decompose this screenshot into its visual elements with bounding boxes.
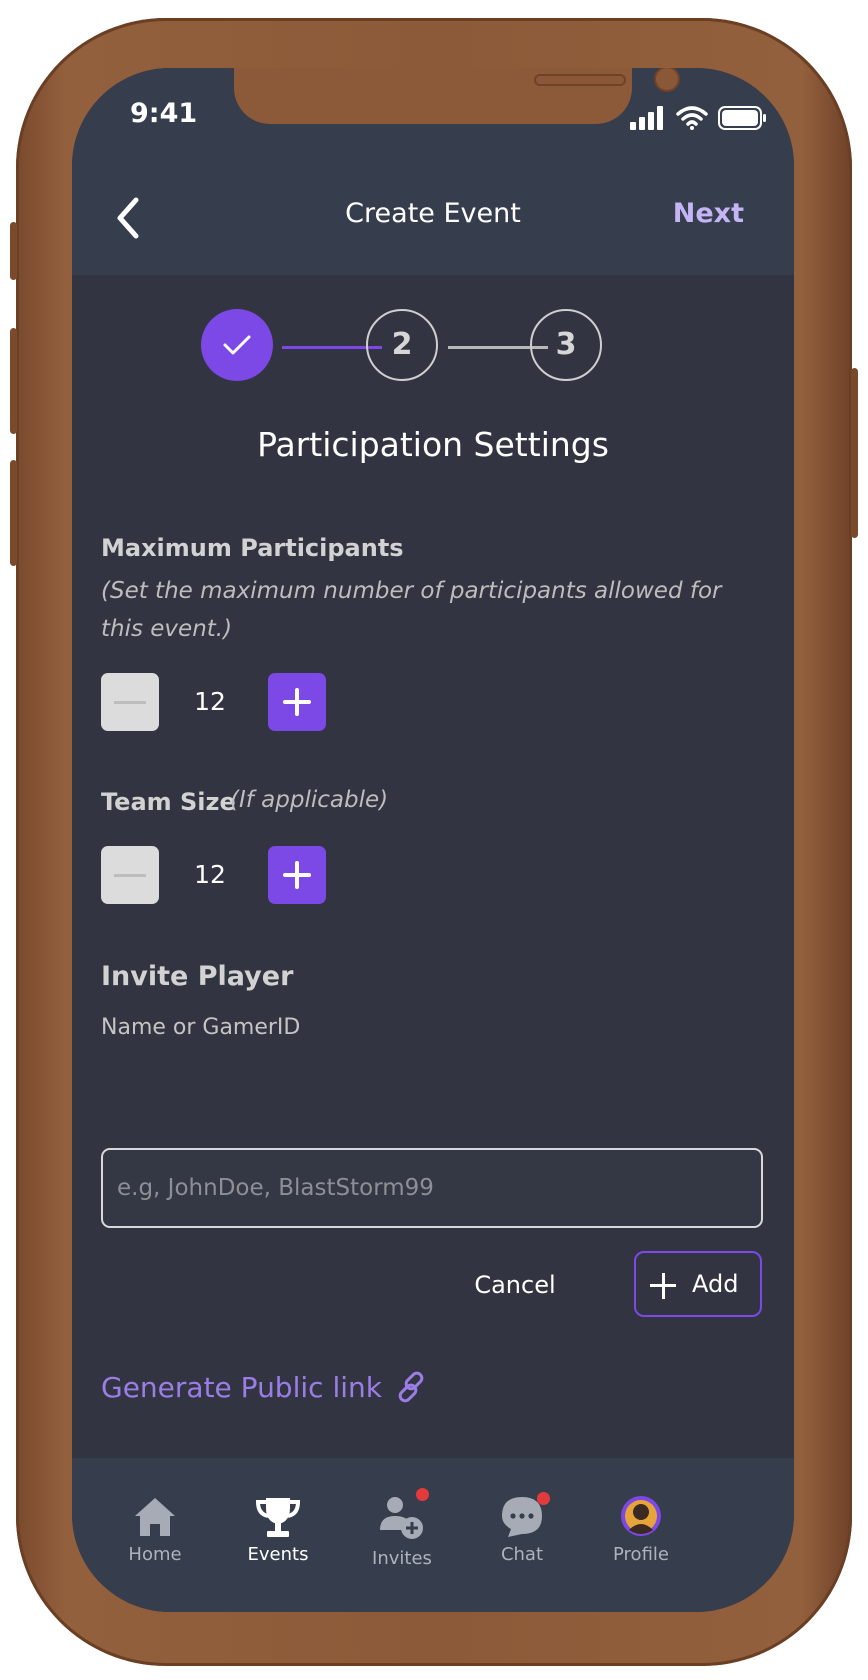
- max-participants-hint: (Set the maximum number of participants …: [101, 578, 722, 642]
- battery-icon: [718, 106, 766, 130]
- cancel-button[interactable]: Cancel: [460, 1252, 570, 1318]
- trophy-icon: [255, 1498, 301, 1537]
- tab-invites-label: Invites: [372, 1548, 432, 1569]
- step-2: 2: [366, 309, 438, 381]
- tab-home[interactable]: Home: [100, 1458, 210, 1578]
- team-size-hint: (If applicable): [230, 787, 389, 813]
- max-participants-increment-button[interactable]: [268, 673, 326, 731]
- tab-invites[interactable]: Invites: [347, 1458, 457, 1578]
- bottom-tab-bar: Home Events Invites Chat Profile: [72, 1458, 794, 1612]
- team-size-stepper: 12: [101, 846, 341, 906]
- generate-public-link-label: Generate Public link: [101, 1370, 382, 1404]
- max-participants-value: 12: [194, 687, 226, 716]
- section-title: Participation Settings: [257, 425, 609, 464]
- add-button-label: Add: [692, 1270, 739, 1298]
- check-icon: [223, 335, 251, 355]
- generate-public-link[interactable]: Generate Public link: [101, 1370, 428, 1404]
- tab-events[interactable]: Events: [223, 1458, 333, 1578]
- volume-down-button: [10, 460, 17, 566]
- plus-icon-vertical: [661, 1273, 665, 1299]
- wifi-icon: [676, 106, 708, 130]
- team-size-label: Team Size: [101, 788, 236, 816]
- team-size-value: 12: [194, 860, 226, 889]
- status-icons: [630, 106, 768, 130]
- invite-field-label: Name or GamerID: [101, 1015, 301, 1040]
- invites-badge: [416, 1488, 429, 1501]
- status-time: 9:41: [130, 98, 198, 129]
- avatar: [621, 1496, 661, 1536]
- add-button[interactable]: Add: [634, 1251, 762, 1317]
- team-size-decrement-button[interactable]: [101, 846, 159, 904]
- link-icon: [398, 1371, 424, 1403]
- signal-icon: [630, 106, 663, 130]
- tab-profile[interactable]: Profile: [586, 1458, 696, 1578]
- chat-badge: [537, 1492, 550, 1505]
- volume-up-button: [10, 328, 17, 434]
- invite-player-title: Invite Player: [101, 961, 294, 992]
- step-2-number: 2: [391, 327, 413, 362]
- max-participants-decrement-button[interactable]: [101, 673, 159, 731]
- next-button[interactable]: Next: [673, 198, 744, 229]
- step-3-number: 3: [555, 327, 577, 362]
- progress-stepper: 2 3: [201, 309, 616, 385]
- max-participants-label: Maximum Participants: [101, 534, 404, 562]
- tab-home-label: Home: [128, 1544, 182, 1565]
- home-icon: [135, 1498, 175, 1536]
- device-notch: [234, 68, 680, 124]
- tab-events-label: Events: [247, 1544, 309, 1565]
- app-screen: 9:41 Create Event Next 2 3 Participation…: [72, 68, 794, 1612]
- mute-switch: [10, 222, 17, 280]
- tab-profile-label: Profile: [613, 1544, 669, 1565]
- power-button: [851, 368, 858, 538]
- step-1-completed: [201, 309, 273, 381]
- team-size-increment-button[interactable]: [268, 846, 326, 904]
- tab-chat[interactable]: Chat: [467, 1458, 577, 1578]
- max-participants-stepper: 12: [101, 673, 341, 733]
- speaker-grille: [534, 74, 626, 86]
- invite-player-input[interactable]: [101, 1148, 763, 1228]
- step-3: 3: [530, 309, 602, 381]
- tab-chat-label: Chat: [500, 1544, 544, 1565]
- add-user-icon: [380, 1497, 423, 1539]
